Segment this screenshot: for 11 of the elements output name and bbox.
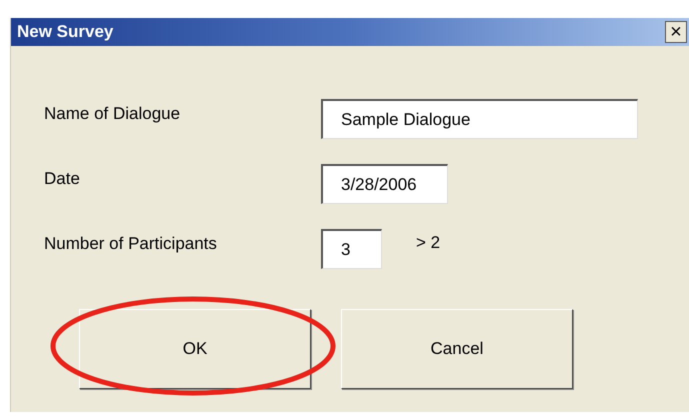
field-label: Date [44,168,81,190]
field-label: Number of Participants [44,233,218,256]
text-field[interactable]: Sample Dialogue [321,99,638,139]
text-field[interactable]: 3 [321,229,382,269]
hint-text: > 2 [416,232,440,254]
text-field[interactable]: 3/28/2006 [321,164,448,204]
dialog-button[interactable]: OK [79,309,311,389]
dialog-button[interactable]: Cancel [341,309,573,389]
close-button[interactable]: × [665,21,687,43]
window-title: New Survey [17,21,114,44]
field-label: Name of Dialogue [44,103,182,126]
